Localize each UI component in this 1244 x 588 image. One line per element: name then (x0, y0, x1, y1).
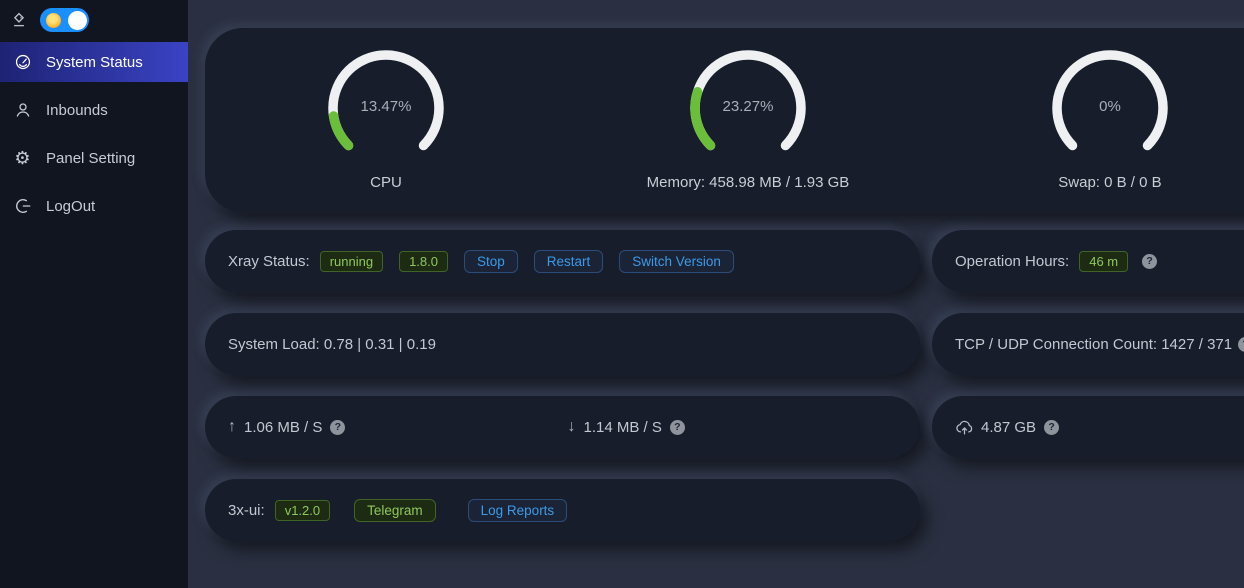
question-icon[interactable]: ? (1044, 420, 1059, 435)
xray-running-badge: running (320, 251, 383, 272)
system-gauges-card: 13.47% CPU 23.27% Memory: 458.98 MB / 1.… (205, 28, 1244, 212)
sidebar-top (0, 0, 188, 40)
swap-percent: 0% (1048, 98, 1172, 115)
dashboard-icon (13, 53, 32, 71)
network-speed-card: ↑ 1.06 MB / S ? ↓ 1.14 MB / S ? (205, 396, 920, 458)
upload-speed: ↑ 1.06 MB / S ? (228, 418, 558, 436)
sidebar-menu: System Status Inbounds ⚙ Panel Setting (0, 42, 188, 226)
status-cards-grid: Xray Status: running 1.8.0 Stop Restart … (205, 230, 1244, 541)
sidebar-item-label: Panel Setting (46, 150, 135, 167)
restart-button[interactable]: Restart (534, 250, 604, 273)
sidebar-item-label: System Status (46, 54, 143, 71)
sidebar: System Status Inbounds ⚙ Panel Setting (0, 0, 188, 588)
memory-gauge-section: 23.27% Memory: 458.98 MB / 1.93 GB (567, 46, 929, 212)
upload-speed-value: 1.06 MB / S (244, 419, 322, 436)
total-usage-value: 4.87 GB (981, 419, 1036, 436)
theme-icon (10, 11, 28, 29)
sidebar-item-inbounds[interactable]: Inbounds (0, 90, 188, 130)
system-load-text: System Load: 0.78 | 0.31 | 0.19 (228, 336, 436, 353)
app-version-badge: v1.2.0 (275, 500, 330, 521)
logout-icon (13, 197, 32, 215)
xray-status-label: Xray Status: (228, 253, 310, 270)
download-speed-value: 1.14 MB / S (584, 419, 662, 436)
sidebar-item-panel-setting[interactable]: ⚙ Panel Setting (0, 138, 188, 178)
swap-label: Swap: 0 B / 0 B (1058, 174, 1161, 191)
question-icon[interactable]: ? (330, 420, 345, 435)
total-usage-card: 4.87 GB ? (932, 396, 1244, 458)
app-version-card: 3x-ui: v1.2.0 Telegram Log Reports (205, 479, 920, 541)
log-reports-button[interactable]: Log Reports (468, 499, 568, 522)
stop-button[interactable]: Stop (464, 250, 518, 273)
cloud-upload-icon (955, 418, 974, 437)
xray-version-badge: 1.8.0 (399, 251, 448, 272)
download-speed: ↓ 1.14 MB / S ? (568, 418, 898, 436)
sidebar-item-system-status[interactable]: System Status (0, 42, 188, 82)
user-icon (13, 101, 32, 119)
main-content: 13.47% CPU 23.27% Memory: 458.98 MB / 1.… (188, 0, 1244, 588)
question-icon[interactable]: ? (670, 420, 685, 435)
switch-version-button[interactable]: Switch Version (619, 250, 734, 273)
operation-hours-label: Operation Hours: (955, 253, 1069, 270)
sidebar-item-logout[interactable]: LogOut (0, 186, 188, 226)
tcp-udp-text: TCP / UDP Connection Count: 1427 / 371 (955, 336, 1232, 353)
telegram-button[interactable]: Telegram (354, 499, 436, 522)
sidebar-item-label: Inbounds (46, 102, 108, 119)
operation-hours-card: Operation Hours: 46 m ? (932, 230, 1244, 292)
download-arrow-icon: ↓ (568, 418, 576, 436)
upload-arrow-icon: ↑ (228, 418, 236, 436)
theme-toggle[interactable] (40, 8, 89, 32)
memory-percent: 23.27% (686, 98, 810, 115)
question-icon[interactable]: ? (1238, 337, 1244, 352)
cpu-label: CPU (370, 174, 402, 191)
toggle-knob (68, 11, 87, 30)
xray-status-card: Xray Status: running 1.8.0 Stop Restart … (205, 230, 920, 292)
cpu-percent: 13.47% (324, 98, 448, 115)
swap-gauge-section: 0% Swap: 0 B / 0 B (929, 46, 1244, 212)
sidebar-item-label: LogOut (46, 198, 95, 215)
sun-icon (46, 13, 61, 28)
system-load-card: System Load: 0.78 | 0.31 | 0.19 (205, 313, 920, 375)
cpu-gauge-section: 13.47% CPU (205, 46, 567, 212)
app-name-label: 3x-ui: (228, 502, 265, 519)
memory-label: Memory: 458.98 MB / 1.93 GB (647, 174, 850, 191)
gear-icon: ⚙ (13, 149, 32, 167)
tcp-udp-card: TCP / UDP Connection Count: 1427 / 371 ? (932, 313, 1244, 375)
question-icon[interactable]: ? (1142, 254, 1157, 269)
operation-hours-badge: 46 m (1079, 251, 1128, 272)
